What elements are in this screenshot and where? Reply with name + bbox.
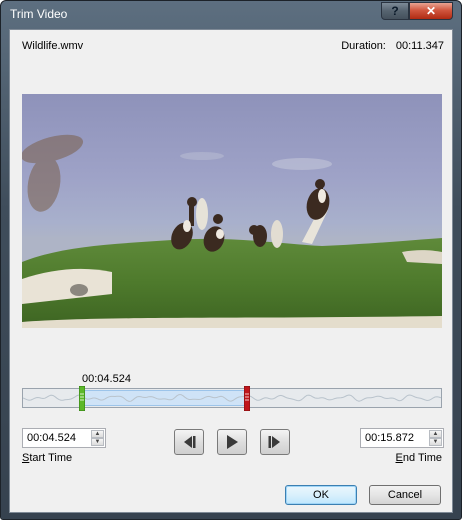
trim-timeline[interactable]: [22, 385, 442, 412]
end-time-label: End Time: [395, 452, 442, 464]
start-time-field: ▲ ▼: [22, 428, 106, 448]
spin-up-icon[interactable]: ▲: [429, 430, 442, 438]
duration-value: 00:11.347: [395, 40, 444, 52]
spin-down-icon[interactable]: ▼: [429, 438, 442, 446]
ok-button-label: OK: [313, 489, 329, 501]
spin-up-icon[interactable]: ▲: [91, 430, 104, 438]
step-forward-icon: [268, 436, 280, 448]
current-position-label: 00:04.524: [82, 373, 131, 385]
spin-down-icon[interactable]: ▼: [91, 438, 104, 446]
end-time-input[interactable]: [361, 430, 429, 446]
start-time-input[interactable]: [23, 430, 91, 446]
close-icon: ✕: [425, 4, 437, 18]
help-button[interactable]: ?: [381, 2, 409, 20]
duration-label: Duration:: [341, 40, 386, 52]
help-icon: ?: [391, 4, 399, 18]
play-icon: [227, 435, 238, 449]
video-frame-image: [22, 134, 442, 328]
trim-video-dialog: Trim Video ? ✕ Wildlife.wmv Duration: 00:…: [0, 0, 462, 520]
audio-waveform: [23, 394, 441, 402]
file-name: Wildlife.wmv: [22, 40, 84, 52]
step-back-icon: [184, 436, 196, 448]
end-time-spinner: ▲ ▼: [429, 430, 442, 446]
dialog-body: Wildlife.wmv Duration: 00:11.347 00:04.5…: [9, 29, 453, 513]
start-trim-handle[interactable]: [78, 385, 86, 412]
end-time-field: ▲ ▼: [360, 428, 444, 448]
end-trim-handle[interactable]: [243, 385, 251, 412]
title-bar[interactable]: Trim Video ? ✕: [1, 1, 461, 29]
close-button[interactable]: ✕: [409, 2, 453, 20]
video-preview[interactable]: [22, 94, 442, 328]
cancel-button[interactable]: Cancel: [369, 485, 441, 505]
next-frame-button[interactable]: [260, 429, 290, 455]
duration-readout: Duration: 00:11.347: [341, 40, 444, 52]
start-time-label: Start Time: [22, 452, 73, 464]
window-title: Trim Video: [10, 7, 68, 21]
play-button[interactable]: [217, 429, 247, 455]
previous-frame-button[interactable]: [174, 429, 204, 455]
cancel-button-label: Cancel: [387, 489, 423, 501]
start-time-spinner: ▲ ▼: [91, 430, 104, 446]
ok-button[interactable]: OK: [285, 485, 357, 505]
